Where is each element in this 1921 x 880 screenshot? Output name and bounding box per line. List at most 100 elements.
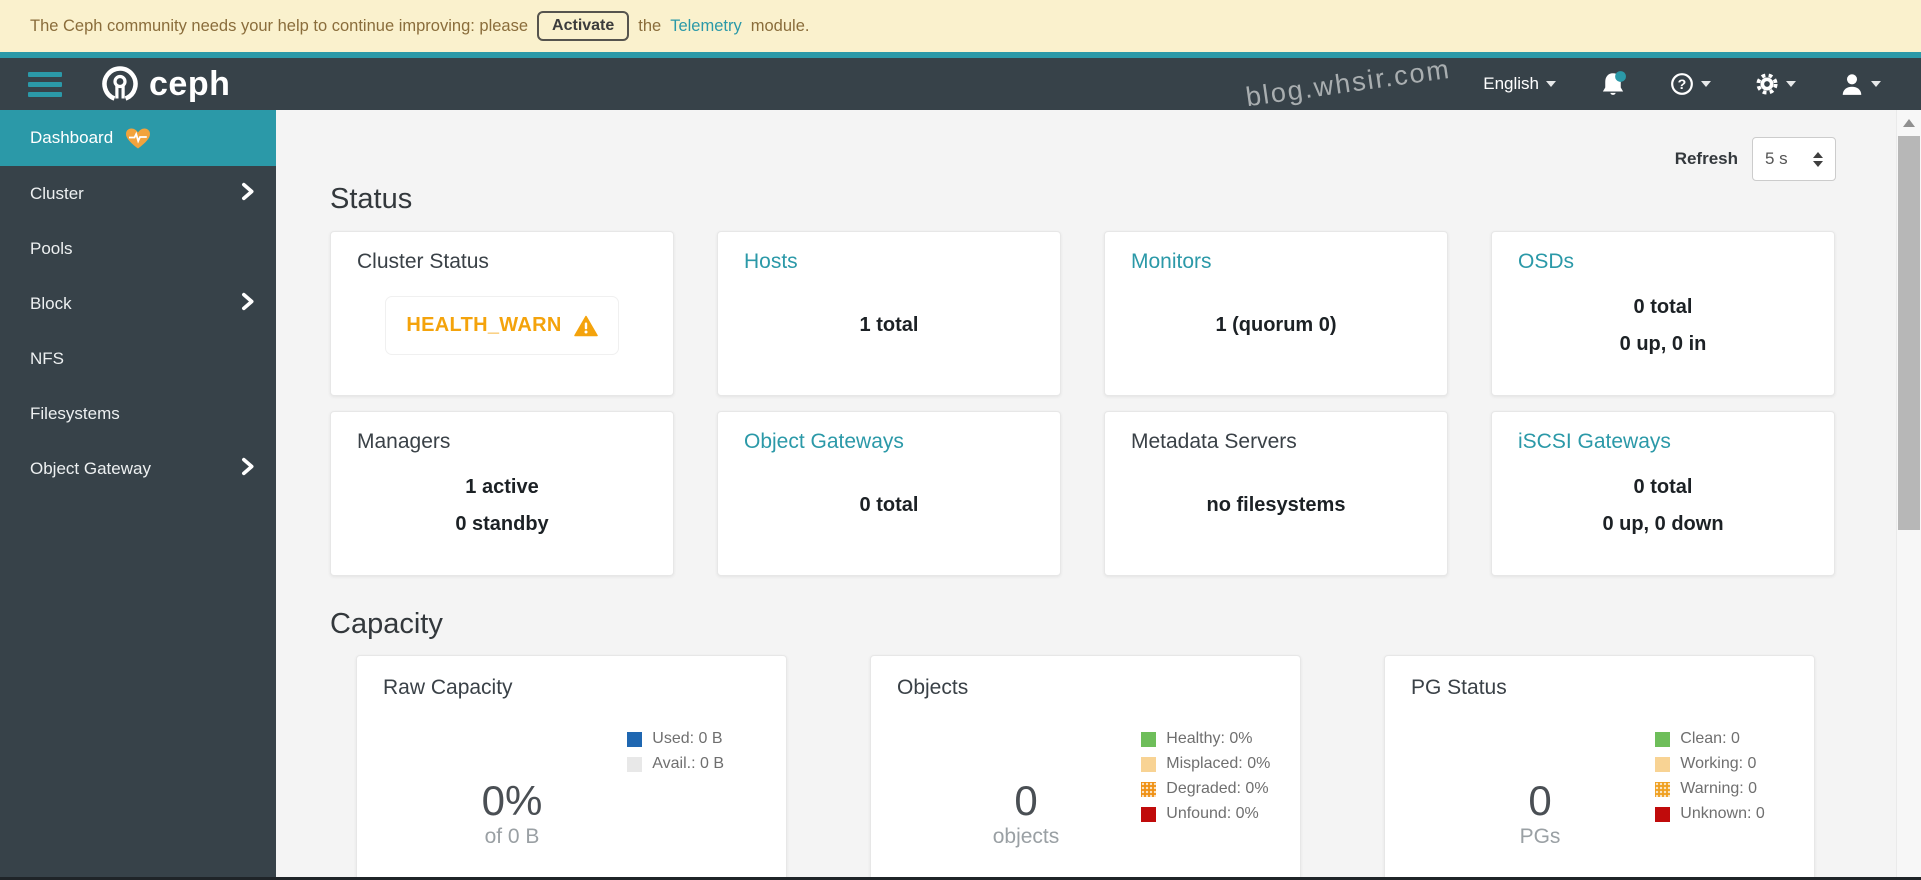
hosts-total: 1 total — [859, 314, 919, 336]
legend-label: Clean: 0 — [1680, 730, 1740, 747]
pg-status-title: PG Status — [1411, 676, 1507, 699]
iscsi-gateways-link[interactable]: iSCSI Gateways — [1518, 430, 1808, 454]
language-menu[interactable]: English — [1483, 74, 1556, 94]
sidebar-label-cluster: Cluster — [30, 183, 84, 203]
gear-icon — [1755, 72, 1779, 96]
chevron-right-icon — [241, 292, 254, 316]
refresh-toolbar: Refresh 5 s — [330, 137, 1836, 181]
banner-text-middle: the — [638, 16, 662, 35]
banner-text-suffix: module. — [750, 16, 810, 35]
sidebar-label-object-gateway: Object Gateway — [30, 458, 151, 478]
sidebar-item-nfs[interactable]: NFS — [0, 331, 276, 386]
legend-swatch — [627, 756, 643, 772]
sidebar-label-pools: Pools — [30, 238, 73, 258]
sidebar-label-dashboard: Dashboard — [30, 128, 114, 147]
sidebar-item-cluster[interactable]: Cluster — [0, 166, 276, 221]
watermark-text: blog.whsir.com — [1243, 53, 1453, 113]
sidebar-item-object-gateway[interactable]: Object Gateway — [0, 441, 276, 496]
status-cards-row-2: Managers 1 active 0 standby Object Gatew… — [330, 411, 1836, 576]
object-gateways-link[interactable]: Object Gateways — [744, 430, 1034, 454]
chevron-right-icon — [241, 182, 254, 206]
help-menu[interactable]: ? — [1670, 72, 1711, 96]
warning-icon — [573, 315, 598, 337]
raw-capacity-legend: Used: 0 B Avail.: 0 B — [627, 730, 724, 773]
hamburger-menu-icon[interactable] — [28, 71, 62, 97]
hosts-link[interactable]: Hosts — [744, 250, 1034, 274]
refresh-interval-value: 5 s — [1765, 149, 1788, 168]
legend-swatch — [627, 731, 643, 747]
managers-title: Managers — [357, 430, 451, 453]
chevron-down-icon — [1701, 81, 1711, 87]
iscsi-gateways-up-down: 0 up, 0 down — [1602, 512, 1724, 535]
vertical-scrollbar[interactable] — [1896, 110, 1921, 880]
pg-count: 0 — [1528, 777, 1552, 824]
status-cards-row-1: Cluster Status HEALTH_WARN Hosts 1 total — [330, 231, 1836, 396]
sidebar-item-block[interactable]: Block — [0, 276, 276, 331]
ceph-brand: ceph — [100, 64, 230, 104]
objects-title: Objects — [897, 676, 969, 699]
refresh-interval-select[interactable]: 5 s — [1752, 137, 1836, 181]
objects-unit: objects — [992, 825, 1060, 849]
telemetry-banner: The Ceph community needs your help to co… — [0, 0, 1921, 52]
legend-item-clean: Clean: 0 — [1655, 730, 1765, 748]
legend-swatch — [1655, 756, 1671, 772]
objects-value-block: 0 objects — [881, 777, 1171, 849]
legend-label: Unfound: 0% — [1166, 805, 1259, 822]
pg-status-card: PG Status Clean: 0 Working: 0 Warning: 0… — [1384, 655, 1815, 880]
legend-label: Misplaced: 0% — [1166, 755, 1271, 772]
navbar-right: English ? — [1483, 70, 1921, 98]
heartbeat-icon — [125, 127, 151, 150]
capacity-heading: Capacity — [330, 608, 443, 640]
legend-item-healthy: Healthy: 0% — [1141, 730, 1270, 748]
sidebar-label-filesystems: Filesystems — [30, 403, 120, 423]
managers-active: 1 active — [465, 475, 539, 498]
iscsi-gateways-total: 0 total — [1633, 475, 1693, 498]
activate-button[interactable]: Activate — [537, 11, 630, 41]
raw-capacity-value-block: 0% of 0 B — [367, 777, 657, 849]
user-menu[interactable] — [1840, 72, 1881, 96]
monitors-link[interactable]: Monitors — [1131, 250, 1421, 274]
object-gateways-card: Object Gateways 0 total — [717, 411, 1061, 576]
objects-card: Objects Healthy: 0% Misplaced: 0% Degrad… — [870, 655, 1301, 880]
legend-label: Degraded: 0% — [1166, 780, 1269, 797]
raw-capacity-title: Raw Capacity — [383, 676, 513, 699]
osds-card: OSDs 0 total 0 up, 0 in — [1491, 231, 1835, 396]
bell-icon — [1600, 70, 1626, 98]
top-navbar: ceph blog.whsir.com English ? — [0, 54, 1921, 112]
scroll-up-button[interactable] — [1897, 110, 1921, 136]
legend-swatch — [1655, 731, 1671, 747]
managers-standby: 0 standby — [455, 512, 549, 535]
monitors-card: Monitors 1 (quorum 0) — [1104, 231, 1448, 396]
raw-capacity-percent: 0% — [481, 777, 543, 824]
scrollbar-thumb[interactable] — [1898, 136, 1920, 530]
spinner-arrows-icon[interactable] — [1813, 151, 1823, 167]
status-heading: Status — [330, 183, 413, 215]
user-icon — [1840, 72, 1864, 96]
telemetry-link[interactable]: Telemetry — [670, 17, 742, 36]
legend-label: Healthy: 0% — [1166, 730, 1253, 747]
metadata-servers-card: Metadata Servers no filesystems — [1104, 411, 1448, 576]
settings-menu[interactable] — [1755, 72, 1796, 96]
sidebar-item-dashboard[interactable]: Dashboard — [0, 110, 276, 166]
sidebar-item-pools[interactable]: Pools — [0, 221, 276, 276]
chevron-down-icon — [1546, 81, 1556, 87]
legend-item-working: Working: 0 — [1655, 755, 1765, 773]
legend-label: Used: 0 B — [652, 730, 723, 747]
sidebar: Dashboard Cluster Pools Block NFS Filesy… — [0, 110, 276, 880]
legend-item-misplaced: Misplaced: 0% — [1141, 755, 1270, 773]
capacity-cards: Raw Capacity Used: 0 B Avail.: 0 B 0% of… — [356, 655, 1836, 880]
ceph-logo-icon — [100, 64, 140, 104]
object-gateways-total: 0 total — [859, 494, 919, 516]
raw-capacity-total: of 0 B — [484, 825, 540, 849]
sidebar-label-block: Block — [30, 293, 72, 313]
legend-swatch — [1141, 731, 1157, 747]
raw-capacity-card: Raw Capacity Used: 0 B Avail.: 0 B 0% of… — [356, 655, 787, 880]
health-status-badge[interactable]: HEALTH_WARN — [385, 296, 619, 355]
refresh-label: Refresh — [1674, 149, 1738, 168]
chevron-right-icon — [241, 457, 254, 481]
sidebar-item-filesystems[interactable]: Filesystems — [0, 386, 276, 441]
notifications-button[interactable] — [1600, 70, 1626, 98]
metadata-servers-title: Metadata Servers — [1131, 430, 1297, 453]
metadata-servers-info: no filesystems — [1206, 494, 1346, 516]
osds-link[interactable]: OSDs — [1518, 250, 1808, 274]
